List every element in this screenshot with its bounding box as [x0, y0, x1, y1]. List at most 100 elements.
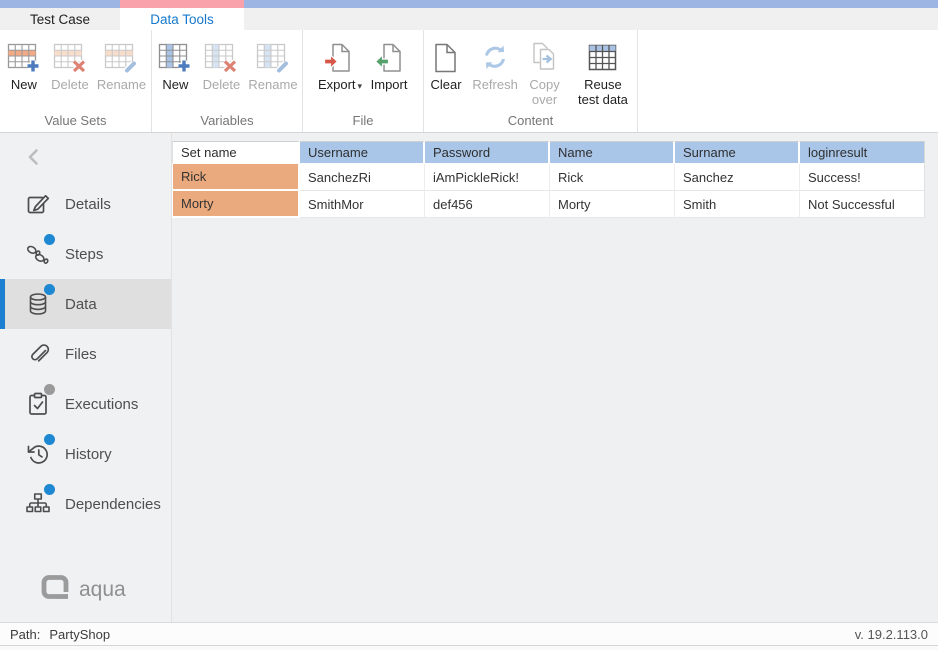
aqua-logo-icon: [40, 573, 70, 606]
main-area: Details Steps: [0, 133, 938, 622]
button-label: Rename: [248, 78, 297, 93]
button-label: Rename: [97, 78, 146, 93]
table-cell[interactable]: Sanchez: [675, 164, 800, 191]
group-label-value-sets: Value Sets: [0, 113, 151, 128]
group-label-variables: Variables: [152, 113, 302, 128]
clipboard-check-icon: [24, 390, 52, 418]
import-icon: [372, 40, 406, 76]
table-cell[interactable]: def456: [425, 191, 550, 218]
aqua-logo: aqua: [0, 573, 171, 606]
table-cell-set-name[interactable]: Morty: [172, 191, 300, 218]
value-sets-delete-button[interactable]: Delete: [48, 40, 92, 93]
sidebar-item-files[interactable]: Files: [0, 329, 171, 379]
paperclip-icon: [24, 340, 52, 368]
column-header-set-name[interactable]: Set name: [172, 141, 300, 164]
database-icon: [24, 290, 52, 318]
reuse-test-data-button[interactable]: Reuse test data: [569, 40, 637, 108]
ribbon-group-value-sets: New Delete: [0, 30, 152, 132]
selected-indicator: [0, 279, 5, 329]
sidebar-item-label: Steps: [65, 246, 103, 263]
variables-delete-button[interactable]: Delete: [199, 40, 243, 93]
ribbon-group-variables: New Delete: [152, 30, 303, 132]
copy-over-button[interactable]: Copy over: [522, 40, 567, 108]
table-column-add-icon: [158, 40, 192, 76]
column-header-password[interactable]: Password: [425, 141, 550, 164]
notification-dot: [44, 284, 55, 295]
clear-page-icon: [431, 40, 461, 76]
sidebar-item-label: Files: [65, 346, 97, 363]
table-cell[interactable]: Smith: [675, 191, 800, 218]
table-cell[interactable]: iAmPickleRick!: [425, 164, 550, 191]
tab-test-case[interactable]: Test Case: [0, 8, 120, 30]
ribbon: New Delete: [0, 30, 938, 133]
table-cell[interactable]: Not Successful: [800, 191, 925, 218]
button-label: Export▾: [318, 78, 362, 93]
tab-data-tools[interactable]: Data Tools: [120, 8, 244, 30]
button-label: New: [11, 78, 37, 93]
refresh-icon: [478, 40, 512, 76]
import-button[interactable]: Import: [367, 40, 411, 93]
table-cell[interactable]: SmithMor: [300, 191, 425, 218]
export-button[interactable]: Export▾: [315, 40, 365, 93]
notification-dot: [44, 234, 55, 245]
table-cell[interactable]: Rick: [550, 164, 675, 191]
value-sets-new-button[interactable]: New: [2, 40, 46, 93]
variables-rename-button[interactable]: Rename: [245, 40, 300, 93]
button-label: Reuse test data: [572, 78, 634, 108]
active-tab-accent: [120, 0, 244, 8]
table-column-rename-icon: [256, 40, 290, 76]
sidebar-item-details[interactable]: Details: [0, 179, 171, 229]
column-header-surname[interactable]: Surname: [675, 141, 800, 164]
table-cell[interactable]: Success!: [800, 164, 925, 191]
breadcrumb: Path: PartyShop: [10, 627, 110, 642]
button-label: Clear: [430, 78, 461, 93]
export-icon: [323, 40, 357, 76]
sidebar-item-data[interactable]: Data: [0, 279, 171, 329]
ribbon-group-file: Export▾ Import File: [303, 30, 424, 132]
table-cell[interactable]: SanchezRi: [300, 164, 425, 191]
group-label-content: Content: [424, 113, 637, 128]
sidebar-item-dependencies[interactable]: Dependencies: [0, 479, 171, 529]
copy-over-icon: [528, 40, 562, 76]
column-header-name[interactable]: Name: [550, 141, 675, 164]
path-value: PartyShop: [49, 627, 110, 642]
table-row-delete-icon: [53, 40, 87, 76]
table-cell-set-name[interactable]: Rick: [172, 164, 300, 191]
variables-new-button[interactable]: New: [153, 40, 197, 93]
sidebar-item-label: Data: [65, 296, 97, 313]
table-cell[interactable]: Morty: [550, 191, 675, 218]
sidebar-item-executions[interactable]: Executions: [0, 379, 171, 429]
table-column-delete-icon: [204, 40, 238, 76]
notification-dot: [44, 384, 55, 395]
refresh-button[interactable]: Refresh: [470, 40, 520, 93]
button-label: New: [162, 78, 188, 93]
table-row-rename-icon: [104, 40, 138, 76]
table-row-add-icon: [7, 40, 41, 76]
ribbon-tab-bar: Test Case Data Tools: [0, 8, 938, 30]
chevron-left-icon: [24, 154, 44, 171]
column-header-username[interactable]: Username: [300, 141, 425, 164]
sidebar-item-steps[interactable]: Steps: [0, 229, 171, 279]
sidebar-item-label: Details: [65, 196, 111, 213]
sidebar-item-history[interactable]: History: [0, 429, 171, 479]
data-panel: Set name Username Password Name Surname …: [172, 133, 938, 622]
dropdown-caret-icon: ▾: [358, 81, 363, 91]
sidebar-item-label: History: [65, 446, 112, 463]
button-label: Delete: [203, 78, 241, 93]
tab-accent-strip: [0, 0, 938, 8]
version-label: v. 19.2.113.0: [855, 627, 928, 642]
value-sets-rename-button[interactable]: Rename: [94, 40, 149, 93]
sidebar: Details Steps: [0, 133, 172, 622]
reuse-test-data-icon: [586, 40, 620, 76]
aqua-logo-text: aqua: [79, 578, 126, 602]
button-label: Delete: [51, 78, 89, 93]
button-label: Refresh: [472, 78, 518, 93]
bottom-filler: [0, 646, 938, 650]
column-header-loginresult[interactable]: loginresult: [800, 141, 925, 164]
clear-button[interactable]: Clear: [424, 40, 468, 93]
path-label: Path:: [10, 627, 40, 642]
collapse-sidebar-button[interactable]: [0, 133, 171, 179]
history-icon: [24, 440, 52, 468]
footprints-icon: [24, 240, 52, 268]
sidebar-item-label: Dependencies: [65, 496, 161, 513]
